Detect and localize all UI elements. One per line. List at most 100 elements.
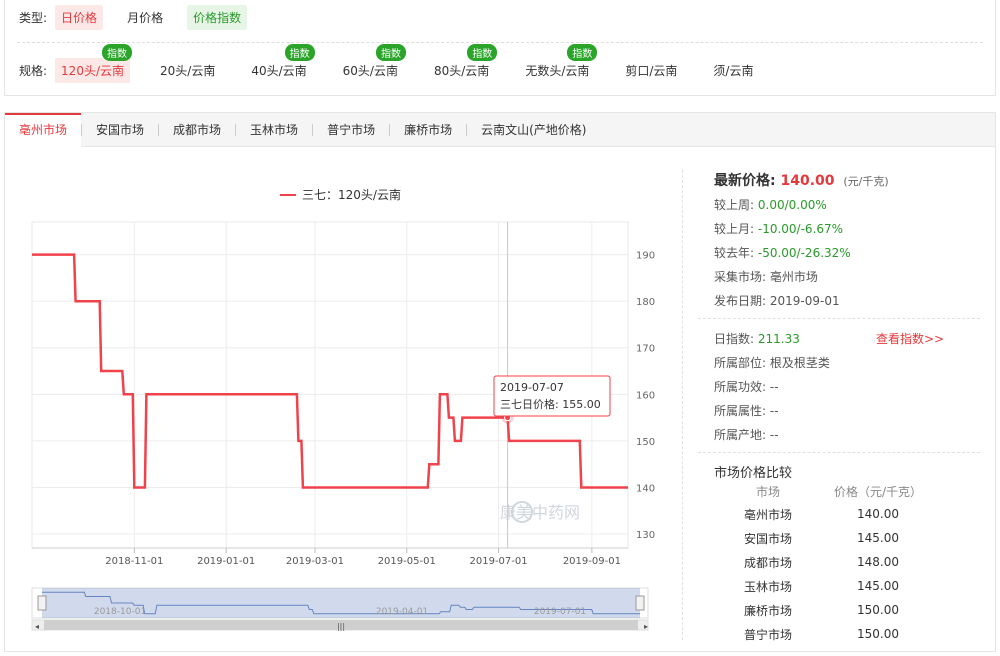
compare-market: 普宁市场 xyxy=(743,627,792,642)
compare-table: 市场 价格（元/千克） 亳州市场 140.00 安国市场 145.00 成都市场… xyxy=(718,480,938,646)
x-tick-label: 2019-03-01 xyxy=(286,556,344,567)
tooltip-value: 三七日价格: 155.00 xyxy=(500,397,601,411)
origin-row: 所属产地: -- xyxy=(714,426,779,443)
collect-market: 采集市场: 亳州市场 xyxy=(714,268,818,285)
latest-price-label: 最新价格: xyxy=(714,173,776,189)
spec-countless[interactable]: 无数头/云南 指数 xyxy=(519,43,598,83)
table-row: 安国市场 145.00 xyxy=(718,526,938,550)
spec-label: 规格: xyxy=(19,63,48,78)
panel-divider xyxy=(682,170,683,640)
month-change-label: 较上月: xyxy=(714,222,755,236)
compare-market: 成都市场 xyxy=(743,555,792,570)
effect-row: 所属功效: -- xyxy=(714,378,779,395)
daily-index-value: 211.33 xyxy=(757,332,800,346)
spec-cut[interactable]: 剪口/云南 xyxy=(619,58,683,83)
navigator-date-label: 2018-10-01 xyxy=(94,607,146,617)
compare-price: 140.00 xyxy=(857,507,899,521)
y-tick-label: 160 xyxy=(636,390,655,401)
compare-price: 145.00 xyxy=(857,531,899,545)
filter-divider xyxy=(17,42,983,43)
compare-market: 安国市场 xyxy=(743,531,792,546)
scrollbar-grip-icon: ||| xyxy=(337,622,345,631)
week-change: 较上周: 0.00/0.00% xyxy=(714,196,827,213)
navigator-handle[interactable] xyxy=(37,595,47,611)
effect-value: -- xyxy=(769,380,779,394)
part-value: 根及根茎类 xyxy=(769,356,830,370)
spec-80-label: 80头/云南 xyxy=(433,63,490,78)
spec-row: 规格: 120头/云南 指数 20头/云南 40头/云南 指数 60头/云南 指数 8… xyxy=(19,43,783,83)
year-change-value: -50.00/-26.32% xyxy=(757,246,851,260)
y-tick-label: 140 xyxy=(636,483,655,494)
collect-market-label: 采集市场: xyxy=(714,270,767,284)
navigator-date-label: 2019-07-01 xyxy=(534,607,586,617)
index-badge[interactable]: 指数 xyxy=(375,43,406,61)
type-row: 类型: 日价格 月价格 价格指数 xyxy=(19,4,265,30)
spec-120[interactable]: 120头/云南 指数 xyxy=(55,43,132,83)
filter-panel: 类型: 日价格 月价格 价格指数 规格: 120头/云南 指数 20头/云南 40… xyxy=(4,0,996,96)
price-line-chart[interactable]: 130 140 150 160 170 180 190 2018-11-01 2019-01-0… xyxy=(0,140,680,640)
table-row: 成都市场 148.00 xyxy=(718,550,938,574)
publish-date-value: 2019-09-01 xyxy=(769,294,840,308)
compare-price: 150.00 xyxy=(857,603,899,617)
tooltip-date: 2019-07-07 xyxy=(500,381,564,394)
index-badge[interactable]: 指数 xyxy=(284,43,315,61)
part-row: 所属部位: 根及根茎类 xyxy=(714,354,830,371)
table-row: 普宁市场 150.00 xyxy=(718,622,938,646)
compare-market: 玉林市场 xyxy=(743,579,792,594)
navigator-handle[interactable] xyxy=(635,595,645,611)
origin-label: 所属产地: xyxy=(714,428,767,442)
latest-price-unit: (元/千克) xyxy=(843,175,889,188)
week-change-value: 0.00/0.00% xyxy=(757,198,827,212)
x-tick-label: 2018-11-01 xyxy=(105,556,163,567)
spec-20-label: 20头/云南 xyxy=(160,63,216,78)
spec-80[interactable]: 80头/云南 指数 xyxy=(428,43,498,83)
spec-120-label: 120头/云南 xyxy=(61,63,124,78)
view-index-link[interactable]: 查看指数>> xyxy=(876,330,944,347)
compare-col-price: 价格（元/千克） xyxy=(833,484,923,499)
type-price-index[interactable]: 价格指数 xyxy=(187,4,248,30)
year-change-label: 较去年: xyxy=(714,246,755,260)
spec-20[interactable]: 20头/云南 xyxy=(154,58,221,83)
series-line[interactable] xyxy=(32,253,628,489)
scroll-right-arrow-icon[interactable]: ▸ xyxy=(644,622,648,631)
type-label: 类型: xyxy=(19,10,48,25)
x-tick-label: 2019-01-01 xyxy=(197,556,255,567)
latest-price: 最新价格: 140.00 (元/千克) xyxy=(714,170,889,190)
index-badge[interactable]: 指数 xyxy=(102,43,132,61)
collect-market-value: 亳州市场 xyxy=(769,270,818,284)
x-tick-label: 2019-07-01 xyxy=(470,556,528,567)
navigator-date-label: 2019-04-01 xyxy=(376,607,428,617)
y-tick-label: 180 xyxy=(636,297,655,308)
spec-40-label: 40头/云南 xyxy=(251,63,307,78)
index-badge[interactable]: 指数 xyxy=(567,43,598,61)
type-monthly-price[interactable]: 月价格 xyxy=(121,5,169,30)
scroll-left-arrow-icon[interactable]: ◂ xyxy=(35,622,39,631)
table-row: 亳州市场 140.00 xyxy=(718,502,938,526)
y-tick-label: 170 xyxy=(636,344,655,355)
publish-date: 发布日期: 2019-09-01 xyxy=(714,292,840,309)
compare-col-market: 市场 xyxy=(755,484,780,499)
type-daily-price[interactable]: 日价格 xyxy=(55,4,104,30)
info-divider xyxy=(698,318,980,319)
compare-divider xyxy=(698,452,980,453)
latest-price-value: 140.00 xyxy=(780,173,835,189)
attr-value: -- xyxy=(769,404,779,418)
x-tick-label: 2019-09-01 xyxy=(563,556,621,567)
spec-60-label: 60头/云南 xyxy=(342,63,398,78)
month-change: 较上月: -10.00/-6.67% xyxy=(714,220,843,237)
compare-market: 廉桥市场 xyxy=(743,603,792,618)
compare-market: 亳州市场 xyxy=(743,507,792,522)
publish-date-label: 发布日期: xyxy=(714,294,767,308)
month-change-value: -10.00/-6.67% xyxy=(757,222,844,236)
compare-price: 148.00 xyxy=(857,555,899,569)
spec-root-hair-label: 须/云南 xyxy=(713,63,754,78)
spec-60[interactable]: 60头/云南 指数 xyxy=(337,43,406,83)
spec-40[interactable]: 40头/云南 指数 xyxy=(245,43,315,83)
index-badge[interactable]: 指数 xyxy=(467,43,498,61)
spec-countless-label: 无数头/云南 xyxy=(525,63,590,78)
spec-root-hair[interactable]: 须/云南 xyxy=(707,58,759,83)
x-tick-label: 2019-05-01 xyxy=(378,556,436,567)
attr-label: 所属属性: xyxy=(714,404,767,418)
daily-index: 日指数: 211.33 xyxy=(714,330,800,347)
origin-value: -- xyxy=(769,428,779,442)
